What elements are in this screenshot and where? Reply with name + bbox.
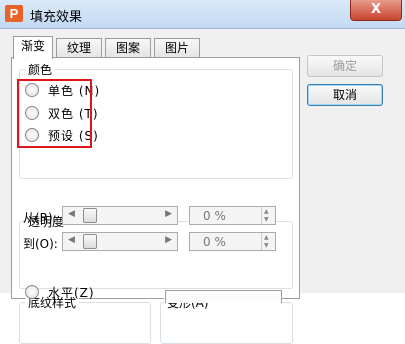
from-label: 从(R): (23, 211, 57, 225)
spin-buttons[interactable]: ▲ ▼ (261, 233, 275, 250)
spin-up-icon[interactable]: ▲ (264, 234, 269, 241)
radio-horizontal[interactable]: 水平(Z) (25, 283, 95, 301)
to-slider[interactable]: ◀ ▶ (62, 232, 178, 251)
highlight-box (17, 79, 92, 148)
slider-left-arrow-icon[interactable]: ◀ (68, 235, 75, 245)
from-value: 0 % (203, 209, 226, 223)
spin-down-icon[interactable]: ▼ (264, 216, 269, 223)
cancel-button[interactable]: 取消 (307, 84, 383, 106)
to-label: 到(O): (23, 237, 58, 251)
window-title: 填充效果 (30, 10, 83, 25)
color-group-title: 颜色 (25, 61, 56, 78)
ok-button[interactable]: 确定 (307, 55, 383, 77)
from-spinbox[interactable]: 0 % ▲ ▼ (189, 206, 276, 225)
tab-texture[interactable]: 纹理 (56, 38, 102, 58)
close-button[interactable]: X (350, 0, 402, 21)
slider-thumb[interactable] (83, 208, 97, 223)
radio-button[interactable] (25, 285, 39, 299)
tab-gradient[interactable]: 渐变 (13, 36, 53, 59)
to-value: 0 % (203, 235, 226, 249)
spin-down-icon[interactable]: ▼ (264, 242, 269, 249)
title-bar: P 填充效果 X (0, 0, 405, 29)
slider-thumb[interactable] (83, 234, 97, 249)
tab-picture[interactable]: 图片 (154, 38, 200, 58)
slider-right-arrow-icon[interactable]: ▶ (165, 209, 172, 219)
app-icon: P (5, 5, 23, 22)
from-slider[interactable]: ◀ ▶ (62, 206, 178, 225)
dialog-body: 渐变 纹理 图案 图片 颜色 透明度 底纹样式 变形(A) 单色 (N) 双色 … (0, 29, 405, 344)
slider-left-arrow-icon[interactable]: ◀ (68, 209, 75, 219)
slider-right-arrow-icon[interactable]: ▶ (165, 235, 172, 245)
to-spinbox[interactable]: 0 % ▲ ▼ (189, 232, 276, 251)
spin-up-icon[interactable]: ▲ (264, 208, 269, 215)
spin-buttons[interactable]: ▲ ▼ (261, 207, 275, 224)
variant-preview[interactable] (165, 290, 282, 303)
tab-pattern[interactable]: 图案 (105, 38, 151, 58)
radio-label-horizontal: 水平(Z) (48, 285, 95, 300)
